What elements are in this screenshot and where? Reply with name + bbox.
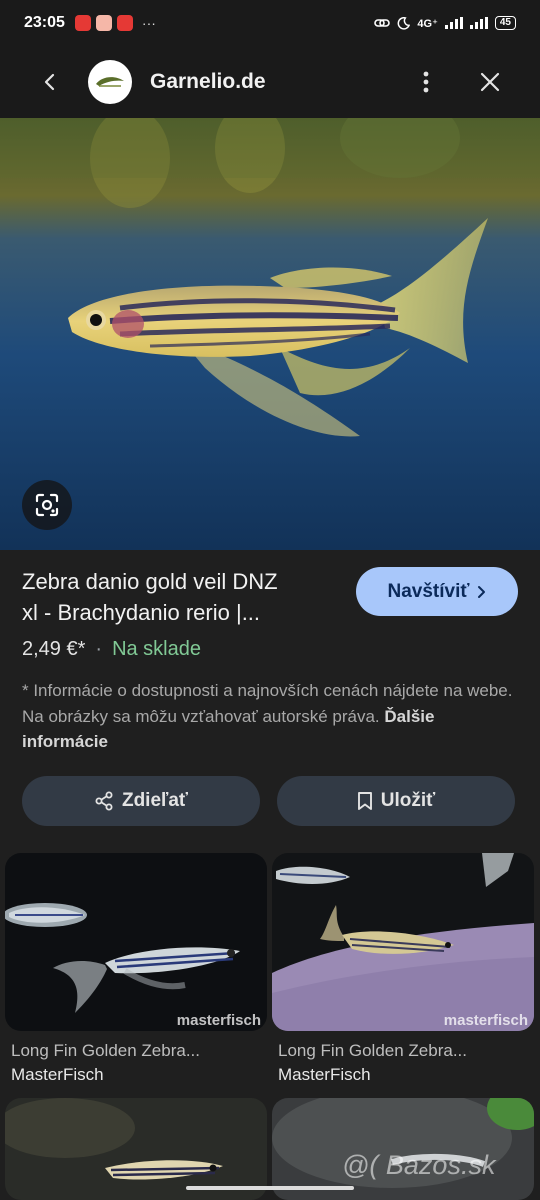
image-watermark: masterfisch [443, 1012, 528, 1029]
youtube-icon [74, 15, 91, 31]
product-title-line2: xl - Brachydanio rerio |... [22, 600, 261, 625]
notification-icons: ··· [74, 15, 156, 31]
fish-thumbnail [5, 1098, 267, 1200]
site-name: Garnelio.de [150, 70, 266, 93]
price-row: 2,49 €* · Na sklade [22, 638, 201, 661]
share-button-label: Zdieľať [121, 790, 189, 811]
save-button[interactable]: Uložiť [277, 776, 515, 826]
close-button[interactable] [468, 58, 512, 106]
battery-level: 45 [494, 16, 516, 30]
shrimp-logo-icon [96, 77, 124, 87]
bookmark-icon [357, 792, 372, 810]
youtube-icon [116, 15, 133, 31]
signal-icon [444, 17, 463, 29]
save-button-label: Uložiť [380, 790, 436, 811]
lens-search-icon [35, 493, 59, 517]
related-image-card[interactable]: masterfisch Long Fin Golden Zebra... Mas… [272, 853, 534, 1087]
related-card-source: MasterFisch [11, 1065, 104, 1084]
product-info-panel: Zebra danio gold veil DNZ xl - Brachydan… [0, 550, 540, 850]
share-icon [95, 791, 113, 811]
related-image-thumbnail [5, 1098, 267, 1200]
disclaimer-text: * Informácie o dostupnosti a najnovších … [22, 681, 513, 726]
related-image-card[interactable] [272, 1098, 534, 1200]
fish-thumbnail [272, 1098, 534, 1200]
more-notifications-icon: ··· [141, 15, 156, 31]
site-logo [88, 60, 132, 104]
product-title[interactable]: Zebra danio gold veil DNZ xl - Brachydan… [22, 566, 342, 628]
related-card-title: Long Fin Golden Zebra... [278, 1041, 468, 1060]
related-image-card[interactable] [5, 1098, 267, 1200]
related-image-card[interactable]: masterfisch Long Fin Golden Zebra... Mas… [5, 853, 267, 1087]
google-lens-button[interactable] [22, 480, 72, 530]
zebra-danio-photo [0, 118, 540, 550]
more-options-button[interactable] [404, 58, 448, 106]
chevron-right-icon [478, 585, 486, 598]
more-vert-icon [423, 71, 429, 93]
product-image[interactable] [0, 118, 540, 550]
bazos-watermark: @( Bazos.sk [342, 1150, 496, 1180]
status-time: 23:05 [24, 14, 65, 31]
related-card-title: Long Fin Golden Zebra... [11, 1041, 201, 1060]
related-image-thumbnail: masterfisch [272, 853, 534, 1031]
network-type: 4G⁺ [417, 17, 438, 30]
back-arrow-icon [44, 73, 55, 91]
status-indicators: 4G⁺ 45 [374, 16, 516, 30]
separator-dot: · [95, 638, 103, 660]
related-image-thumbnail [272, 1098, 534, 1200]
zebra-danio-thumbnail [272, 853, 534, 1031]
share-button[interactable]: Zdieľať [22, 776, 260, 826]
top-app-bar: Garnelio.de [0, 46, 540, 118]
status-bar: 23:05 ··· 4G⁺ 45 [0, 0, 540, 46]
product-title-line1: Zebra danio gold veil DNZ [22, 569, 278, 594]
link-icon [374, 19, 391, 27]
zebra-danio-thumbnail [5, 853, 267, 1031]
visit-website-button[interactable]: Navštíviť [356, 567, 518, 616]
close-icon [480, 72, 500, 92]
signal-icon [469, 17, 488, 29]
stock-status: Na sklade [112, 638, 201, 660]
visit-button-label: Navštíviť [387, 580, 470, 602]
app-notification-icon [95, 15, 112, 31]
availability-disclaimer: * Informácie o dostupnosti a najnovších … [22, 678, 518, 755]
price: 2,49 €* [22, 638, 86, 660]
related-card-source: MasterFisch [278, 1065, 371, 1084]
moon-icon [398, 16, 411, 30]
image-watermark: masterfisch [176, 1012, 261, 1029]
related-image-thumbnail: masterfisch [5, 853, 267, 1031]
back-button[interactable] [26, 58, 74, 106]
gesture-home-indicator[interactable] [186, 1186, 354, 1190]
